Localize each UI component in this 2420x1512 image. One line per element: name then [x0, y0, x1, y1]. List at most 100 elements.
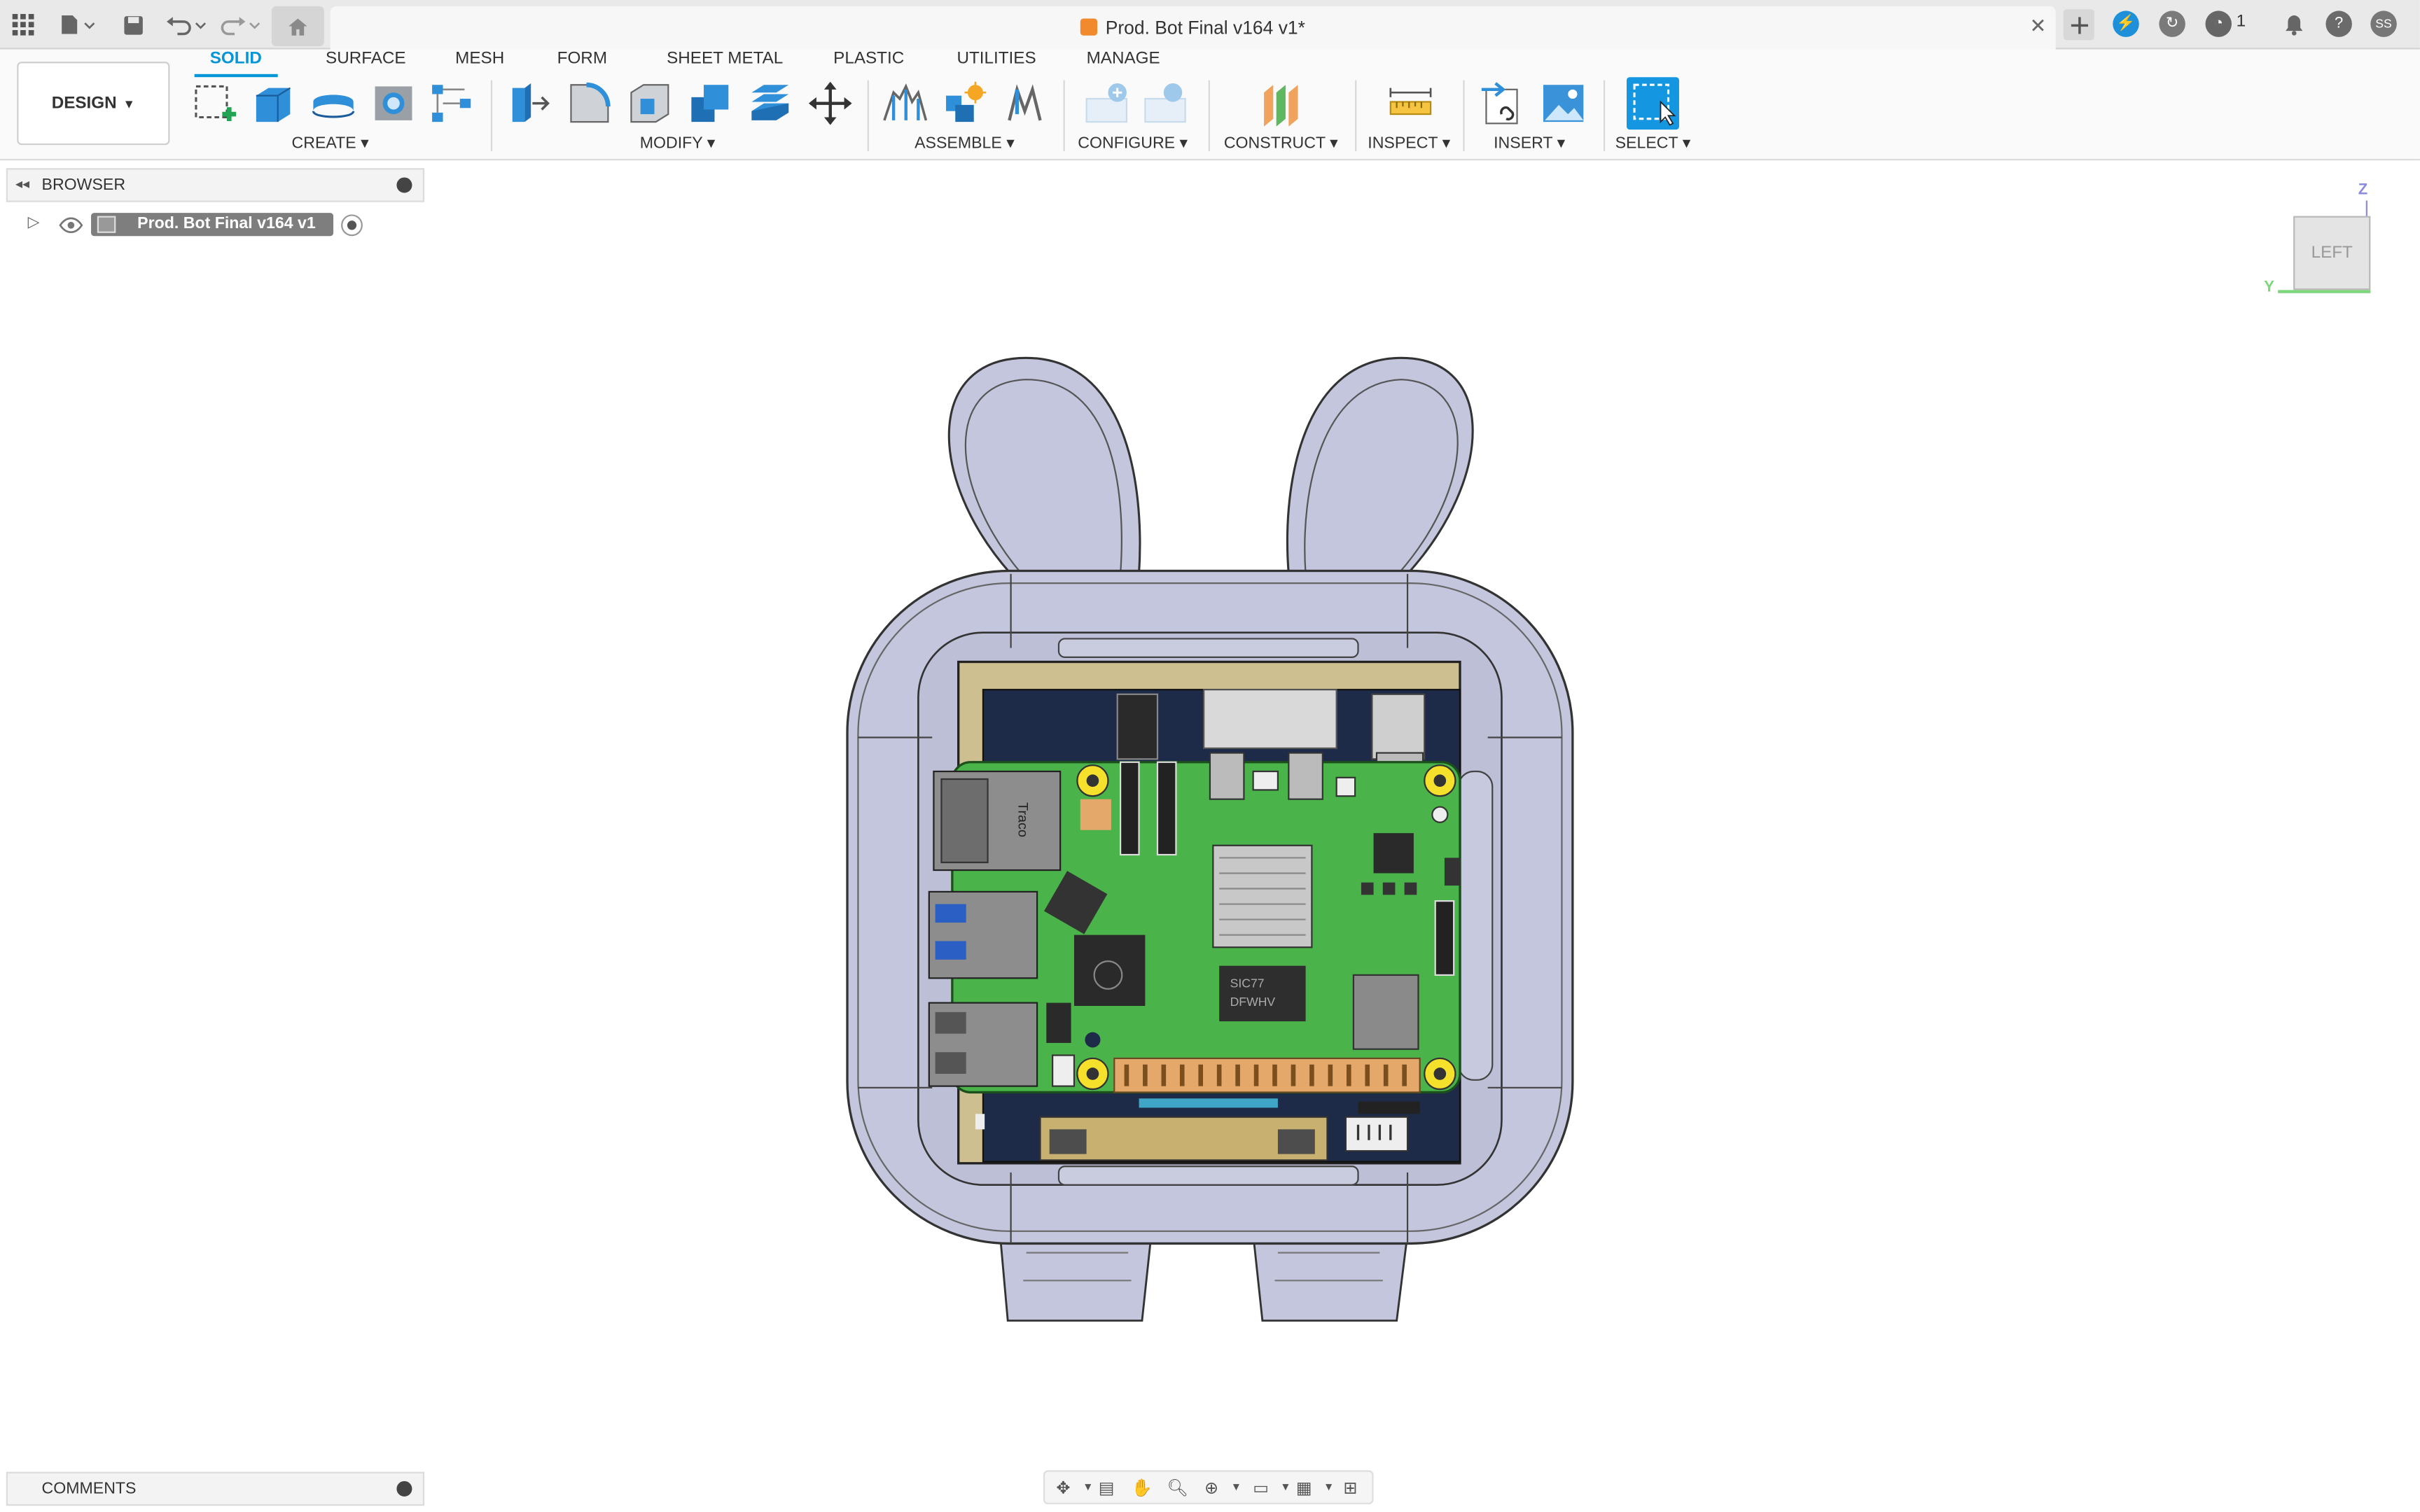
- configure-rule-icon[interactable]: [1142, 80, 1188, 127]
- bell-icon[interactable]: [2278, 9, 2309, 40]
- expand-arrow-icon[interactable]: ▷: [28, 214, 40, 231]
- divider: [867, 80, 869, 151]
- divider: [1603, 80, 1606, 151]
- grid-settings-icon[interactable]: ▦: [1292, 1475, 1316, 1499]
- offset-face-icon[interactable]: [747, 80, 793, 127]
- account-icon[interactable]: SS: [2370, 10, 2397, 37]
- job-count: 1: [2236, 12, 2246, 31]
- create-sketch-icon[interactable]: [191, 80, 237, 127]
- group-construct[interactable]: CONSTRUCT ▾: [1224, 134, 1338, 153]
- group-create[interactable]: CREATE ▾: [292, 134, 369, 153]
- document-title: Prod. Bot Final v164 v1*: [1105, 17, 1305, 39]
- tab-form[interactable]: FORM: [557, 50, 607, 78]
- configure-table-icon[interactable]: [1083, 80, 1129, 127]
- hole-icon[interactable]: [370, 80, 417, 127]
- pattern-icon[interactable]: [429, 80, 475, 127]
- navigation-bar: ✥ ▼ ▤ ✋ 🔍︎ ⊕ ▼ ▭ ▼ ▦ ▼ ⊞: [1043, 1470, 1374, 1504]
- ribbon-toolbar: DESIGN ▼ SOLID SURFACE MESH FORM SHEET M…: [0, 49, 2420, 161]
- tab-sheet-metal[interactable]: SHEET METAL: [667, 50, 783, 78]
- document-tab[interactable]: Prod. Bot Final v164 v1* ✕: [330, 6, 2056, 50]
- motion-link-icon[interactable]: [1003, 80, 1050, 127]
- group-assemble[interactable]: ASSEMBLE ▾: [915, 134, 1015, 153]
- redo-icon[interactable]: [218, 9, 264, 40]
- combine-icon[interactable]: [687, 80, 733, 127]
- close-icon[interactable]: ✕: [2029, 14, 2046, 38]
- model-viewport[interactable]: Traco SIC77 DFWHV: [833, 340, 1590, 1335]
- measure-icon[interactable]: [1387, 80, 1433, 127]
- revolve-icon[interactable]: [310, 80, 356, 127]
- group-inspect[interactable]: INSPECT ▾: [1368, 134, 1450, 153]
- axis-y-label: Y: [2264, 279, 2274, 297]
- group-insert[interactable]: INSERT ▾: [1494, 134, 1565, 153]
- root-item-label: Prod. Bot Final v164 v1: [137, 214, 316, 233]
- title-bar: Prod. Bot Final v164 v1* ✕ ⚡ ↻ ◔ 1 ? SS: [0, 0, 2420, 50]
- tab-plastic[interactable]: PLASTIC: [833, 50, 904, 78]
- chevron-down-icon[interactable]: ▼: [1224, 1475, 1249, 1499]
- workspace-switcher[interactable]: DESIGN ▼: [17, 62, 170, 146]
- add-tab-icon[interactable]: [2063, 9, 2094, 41]
- home-icon[interactable]: [271, 6, 324, 47]
- chip-label-traco: Traco: [1015, 802, 1031, 837]
- data-panel-icon[interactable]: ↻: [2159, 10, 2185, 37]
- divider: [1063, 80, 1065, 151]
- extensions-icon[interactable]: ⚡: [2113, 10, 2139, 37]
- design-cube-icon: [1080, 18, 1098, 36]
- chip-label-sic77: SIC77: [1230, 976, 1265, 990]
- save-icon[interactable]: [118, 9, 148, 40]
- pan-icon[interactable]: ✋: [1129, 1475, 1154, 1499]
- viewcube[interactable]: LEFT: [2293, 216, 2371, 290]
- zoom-icon[interactable]: 🔍︎: [1165, 1475, 1190, 1499]
- new-component-icon[interactable]: [881, 80, 928, 127]
- tab-utilities[interactable]: UTILITIES: [957, 50, 1036, 78]
- group-modify[interactable]: MODIFY ▾: [640, 134, 716, 153]
- divider: [1208, 80, 1210, 151]
- help-icon[interactable]: ?: [2325, 10, 2352, 37]
- job-status-icon[interactable]: ◔: [2205, 10, 2232, 37]
- tab-surface[interactable]: SURFACE: [326, 50, 406, 78]
- viewcube-face-label: LEFT: [2311, 244, 2353, 262]
- robot-ears: [947, 356, 1474, 575]
- group-select[interactable]: SELECT ▾: [1615, 134, 1691, 153]
- insert-derive-icon[interactable]: [1480, 80, 1527, 127]
- activate-radio-icon[interactable]: [341, 214, 363, 237]
- press-pull-icon[interactable]: [506, 80, 552, 127]
- display-settings-icon[interactable]: ▭: [1249, 1475, 1273, 1499]
- robot-feet: [999, 1233, 1409, 1322]
- browser-title: BROWSER: [41, 176, 126, 195]
- tab-solid[interactable]: SOLID: [194, 50, 277, 78]
- tab-manage[interactable]: MANAGE: [1087, 50, 1160, 78]
- chevron-down-icon: ▼: [123, 96, 135, 111]
- add-comment-icon[interactable]: [396, 1480, 412, 1497]
- panel-pin-icon[interactable]: [396, 177, 412, 193]
- comments-panel[interactable]: COMMENTS: [6, 1471, 425, 1506]
- fillet-icon[interactable]: [566, 80, 613, 127]
- move-icon[interactable]: [807, 80, 854, 127]
- file-icon[interactable]: [55, 9, 99, 40]
- component-icon: [97, 216, 116, 233]
- joint-icon[interactable]: [941, 80, 987, 127]
- gpio-header: [1113, 1057, 1421, 1093]
- workspace-label: DESIGN: [51, 94, 117, 113]
- comments-title: COMMENTS: [41, 1479, 137, 1499]
- browser-panel-header[interactable]: ◂◂ BROWSER: [6, 168, 425, 202]
- grid-icon[interactable]: [8, 9, 39, 40]
- visibility-eye-icon[interactable]: [59, 216, 83, 234]
- axis-y-line: [2278, 290, 2371, 293]
- viewports-icon[interactable]: ⊞: [1338, 1475, 1363, 1499]
- look-at-icon[interactable]: ▤: [1094, 1475, 1119, 1499]
- select-icon[interactable]: [1627, 77, 1679, 130]
- tab-mesh[interactable]: MESH: [455, 50, 504, 78]
- divider: [1355, 80, 1357, 151]
- fusion-window: Prod. Bot Final v164 v1* ✕ ⚡ ↻ ◔ 1 ? SS …: [0, 0, 2420, 1512]
- extrude-icon[interactable]: [250, 80, 296, 127]
- divider: [1463, 80, 1465, 151]
- undo-icon[interactable]: [164, 9, 210, 40]
- group-configure[interactable]: CONFIGURE ▾: [1078, 134, 1188, 153]
- collapse-panel-icon[interactable]: ◂◂: [15, 176, 29, 192]
- chip-label-dfwhv: DFWHV: [1230, 995, 1276, 1009]
- shell-icon[interactable]: [627, 80, 673, 127]
- insert-canvas-icon[interactable]: [1541, 80, 1587, 127]
- orbit-icon[interactable]: ✥: [1051, 1475, 1076, 1499]
- fit-icon[interactable]: ⊕: [1199, 1475, 1224, 1499]
- offset-plane-icon[interactable]: [1258, 80, 1304, 127]
